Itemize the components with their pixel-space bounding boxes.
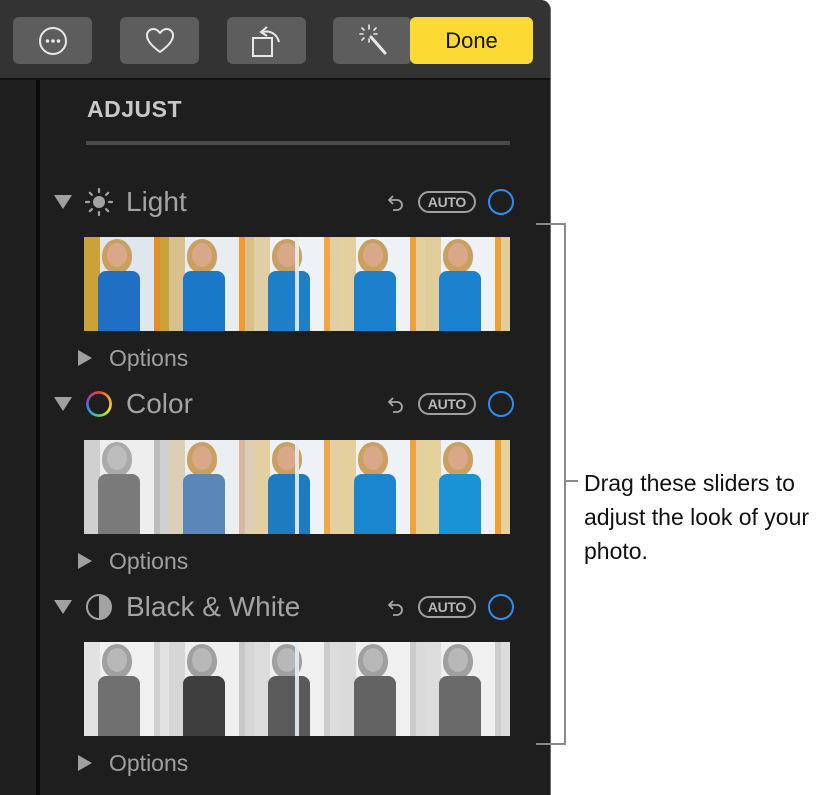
section-label: Black & White — [126, 591, 301, 622]
thumbnail-frame — [169, 642, 255, 736]
half-circle-icon — [84, 592, 114, 622]
thumbnail-frame — [84, 642, 170, 736]
collapse-triangle-icon[interactable] — [54, 397, 72, 411]
magic-wand-icon — [358, 23, 386, 54]
collapse-triangle-icon[interactable] — [54, 600, 72, 614]
callout-text: Drag these sliders to adjust the look of… — [584, 470, 810, 564]
sidebar-divider[interactable] — [36, 80, 40, 795]
thumbnail-frame — [339, 642, 425, 736]
collapse-triangle-icon[interactable] — [54, 195, 72, 209]
section-color-header: Color AUTO — [54, 386, 514, 422]
auto-button[interactable]: AUTO — [417, 191, 476, 213]
adjust-divider — [86, 141, 510, 145]
photos-edit-panel: Done ADJUST Light AUTO Options Color AUT… — [0, 0, 551, 795]
enable-toggle[interactable] — [488, 391, 514, 417]
bw-options-disclosure[interactable]: Options — [78, 748, 188, 778]
thumbnail-frame — [84, 440, 170, 534]
thumbnail-frame — [339, 440, 425, 534]
rotate-button[interactable] — [227, 17, 306, 64]
section-label: Light — [126, 186, 187, 217]
heart-icon — [145, 27, 174, 53]
slider-handle[interactable] — [295, 237, 299, 331]
callout-tick — [566, 480, 578, 482]
thumbnail-frame — [424, 440, 510, 534]
light-slider-strip[interactable] — [84, 237, 510, 331]
thumbnail-frame — [169, 440, 255, 534]
thumbnail-frame — [84, 237, 170, 331]
slider-handle[interactable] — [295, 642, 299, 736]
callout-bracket — [536, 223, 566, 745]
undo-icon[interactable] — [384, 191, 406, 213]
rotate-icon — [251, 25, 280, 57]
thumbnail-frame — [424, 642, 510, 736]
bw-slider-strip[interactable] — [84, 642, 510, 736]
expand-triangle-icon — [78, 350, 92, 366]
enable-toggle[interactable] — [488, 189, 514, 215]
more-options-button[interactable] — [13, 17, 92, 64]
section-bw-header: Black & White AUTO — [54, 589, 514, 625]
auto-button[interactable]: AUTO — [417, 393, 476, 415]
expand-triangle-icon — [78, 755, 92, 771]
thumbnail-frame — [339, 237, 425, 331]
options-label: Options — [109, 749, 189, 776]
adjust-title: ADJUST — [87, 96, 183, 122]
color-slider-strip[interactable] — [84, 440, 510, 534]
ellipsis-circle-icon — [38, 26, 67, 55]
section-light-header: Light AUTO — [54, 184, 514, 220]
light-options-disclosure[interactable]: Options — [78, 343, 188, 373]
auto-button[interactable]: AUTO — [417, 596, 476, 618]
done-button[interactable]: Done — [410, 17, 533, 64]
enable-toggle[interactable] — [488, 594, 514, 620]
options-label: Options — [109, 344, 189, 371]
thumbnail-frame — [169, 237, 255, 331]
color-options-disclosure[interactable]: Options — [78, 546, 188, 576]
undo-icon[interactable] — [384, 596, 406, 618]
auto-enhance-button[interactable] — [333, 17, 412, 64]
color-wheel-icon — [84, 389, 114, 419]
expand-triangle-icon — [78, 553, 92, 569]
favorite-button[interactable] — [120, 17, 199, 64]
undo-icon[interactable] — [384, 393, 406, 415]
thumbnail-frame — [424, 237, 510, 331]
section-label: Color — [126, 388, 193, 419]
edit-toolbar: Done — [0, 0, 550, 80]
options-label: Options — [109, 547, 189, 574]
slider-handle[interactable] — [295, 440, 299, 534]
sun-icon — [84, 187, 114, 217]
